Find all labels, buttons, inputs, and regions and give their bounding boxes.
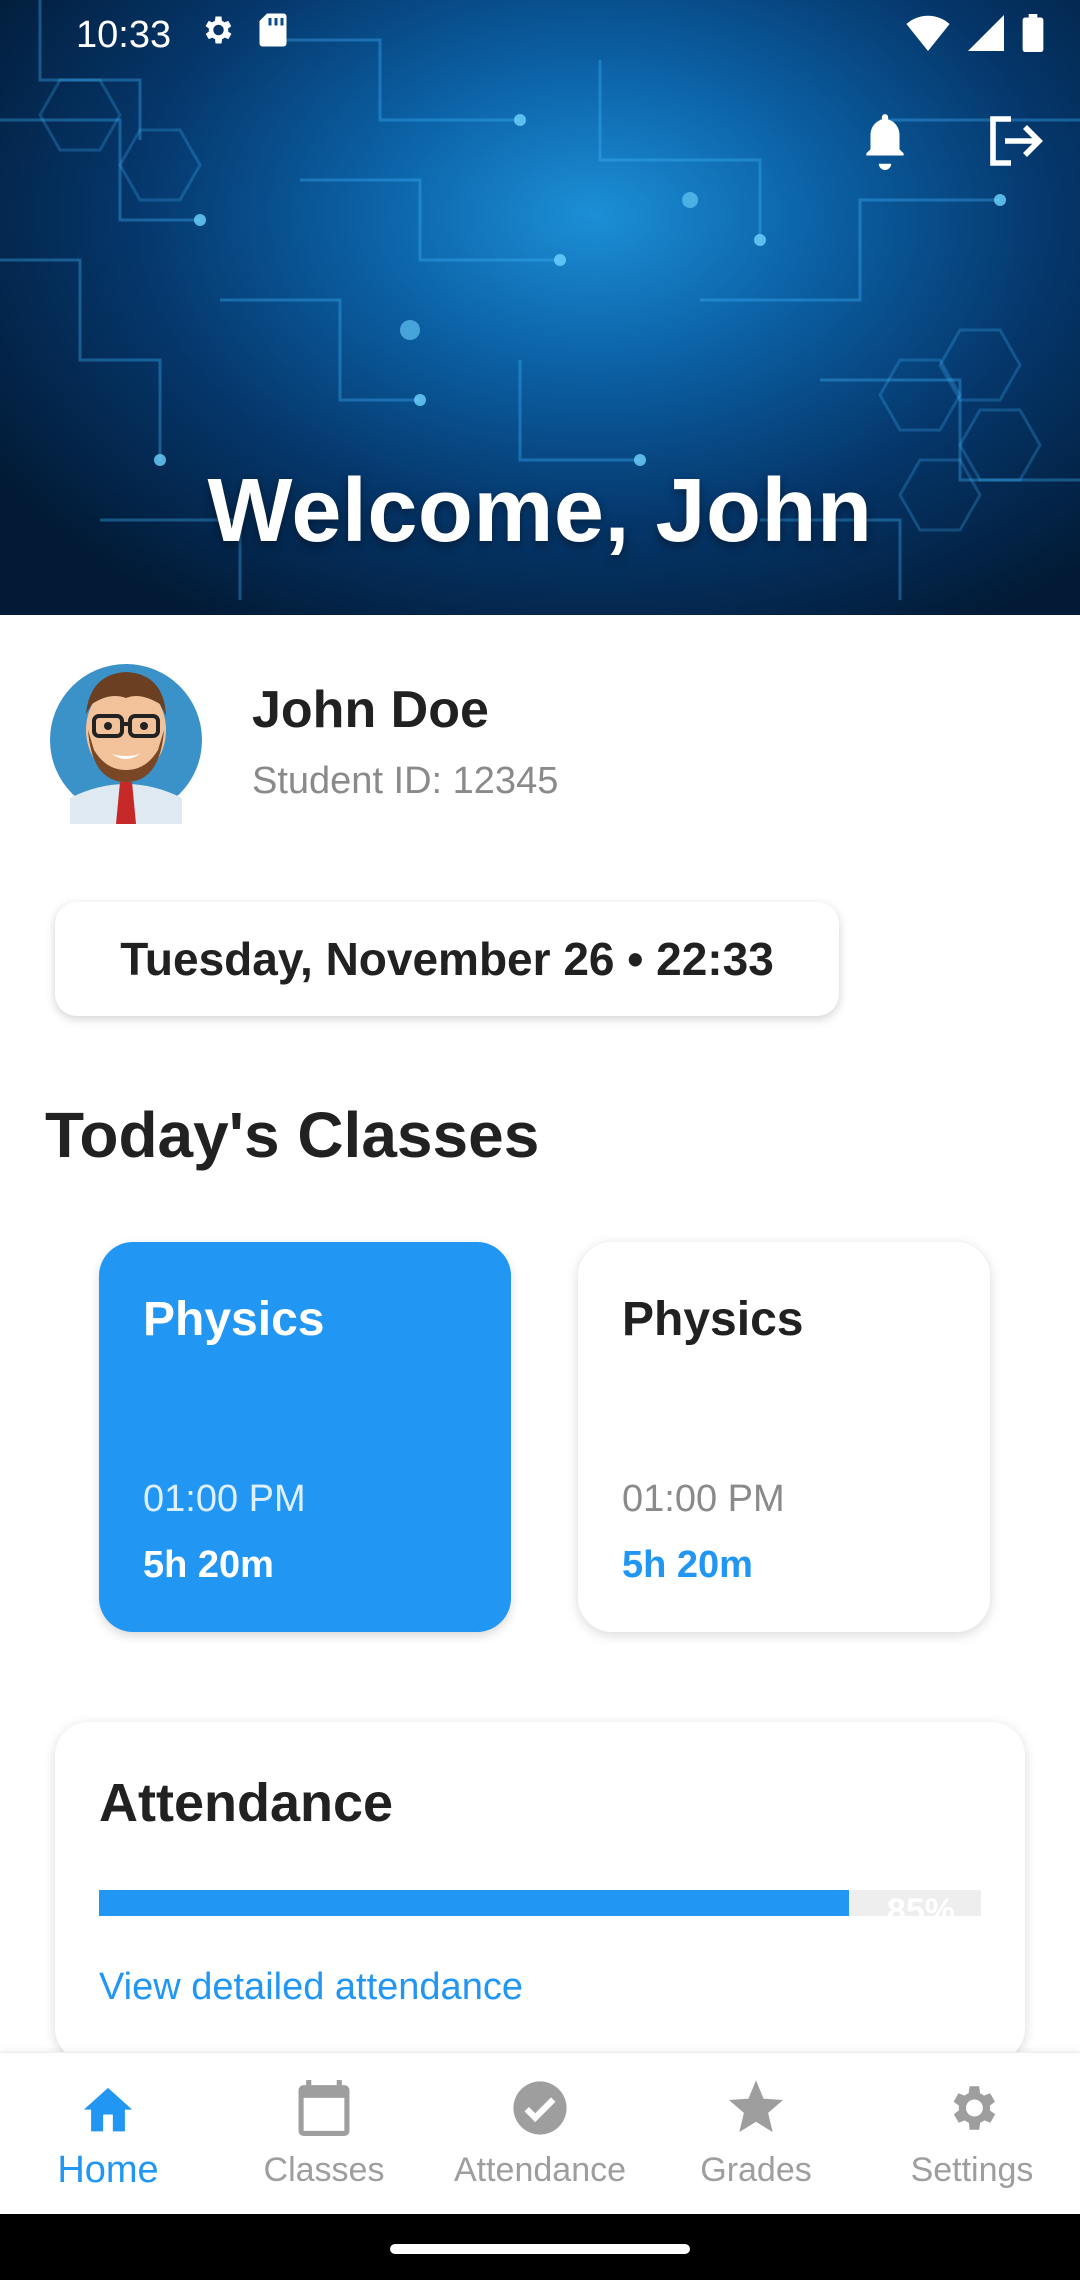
nav-item-attendance[interactable]: Attendance bbox=[432, 2077, 648, 2190]
profile-section: John Doe Student ID: 12345 bbox=[50, 658, 558, 824]
date-time-chip: Tuesday, November 26 • 22:33 bbox=[55, 902, 839, 1016]
nav-label: Classes bbox=[263, 2151, 385, 2189]
class-card[interactable]: Physics 01:00 PM 5h 20m bbox=[578, 1242, 990, 1632]
bottom-navigation: Home Classes Attendance Grades Settings bbox=[0, 2052, 1080, 2214]
classes-carousel[interactable]: Physics 01:00 PM 5h 20m Physics 01:00 PM… bbox=[45, 1230, 1035, 1645]
attendance-title: Attendance bbox=[99, 1773, 394, 1833]
nav-label: Settings bbox=[910, 2151, 1034, 2189]
check-circle-icon bbox=[509, 2077, 571, 2139]
home-gesture-bar[interactable] bbox=[390, 2244, 690, 2254]
battery-icon bbox=[1022, 14, 1044, 62]
logout-icon bbox=[987, 114, 1043, 173]
nav-item-settings[interactable]: Settings bbox=[864, 2077, 1080, 2190]
gear-icon bbox=[941, 2077, 1003, 2139]
nav-label: Attendance bbox=[453, 2151, 627, 2189]
system-gesture-area bbox=[0, 2214, 1080, 2280]
class-duration: 5h 20m bbox=[143, 1544, 274, 1586]
student-name: John Doe bbox=[252, 680, 489, 739]
nav-label: Home bbox=[57, 2149, 159, 2191]
student-id: Student ID: 12345 bbox=[252, 759, 559, 802]
nav-item-home[interactable]: Home bbox=[0, 2075, 216, 2192]
gear-icon bbox=[199, 12, 235, 58]
sd-card-icon bbox=[257, 12, 289, 58]
notifications-button[interactable] bbox=[850, 108, 920, 178]
attendance-card: Attendance 85% View detailed attendance bbox=[55, 1722, 1025, 2062]
status-time: 10:33 bbox=[76, 13, 172, 56]
attendance-progress-fill bbox=[99, 1890, 849, 1916]
status-bar: 10:33 bbox=[0, 0, 1080, 70]
class-name: Physics bbox=[143, 1293, 325, 1346]
header-banner: 10:33 Welcome, John bbox=[0, 0, 1080, 615]
avatar bbox=[50, 658, 202, 824]
attendance-progress-bar: 85% bbox=[99, 1890, 981, 1916]
logout-button[interactable] bbox=[980, 108, 1050, 178]
bell-icon bbox=[860, 112, 910, 175]
calendar-icon bbox=[293, 2077, 355, 2139]
welcome-title: Welcome, John bbox=[207, 461, 873, 561]
attendance-percent: 85% bbox=[886, 1892, 955, 1916]
todays-classes-title: Today's Classes bbox=[45, 1099, 540, 1171]
class-name: Physics bbox=[622, 1293, 804, 1346]
star-icon bbox=[725, 2077, 787, 2139]
class-card[interactable]: Physics 01:00 PM 5h 20m bbox=[99, 1242, 511, 1632]
class-duration: 5h 20m bbox=[622, 1544, 753, 1586]
nav-label: Grades bbox=[700, 2151, 812, 2189]
class-time: 01:00 PM bbox=[143, 1478, 306, 1520]
wifi-icon bbox=[906, 15, 950, 61]
nav-item-classes[interactable]: Classes bbox=[216, 2077, 432, 2190]
screen: 10:33 Welcome, John John Doe Student ID:… bbox=[0, 0, 1080, 2280]
class-time: 01:00 PM bbox=[622, 1478, 785, 1520]
signal-icon bbox=[968, 15, 1004, 61]
view-attendance-link[interactable]: View detailed attendance bbox=[99, 1966, 523, 2009]
home-icon bbox=[77, 2075, 139, 2137]
nav-item-grades[interactable]: Grades bbox=[648, 2077, 864, 2190]
